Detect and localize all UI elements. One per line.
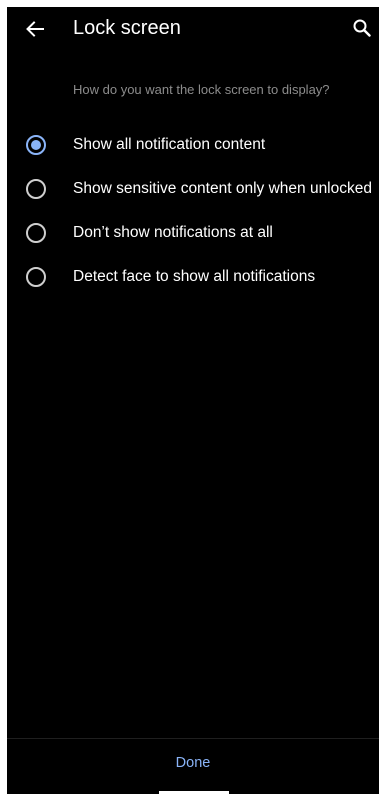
- top-app-bar: Lock screen: [7, 7, 379, 51]
- option-dont-show[interactable]: Don’t show notifications at all: [7, 211, 379, 255]
- arrow-left-icon: [26, 21, 44, 37]
- option-label: Detect face to show all notifications: [73, 268, 316, 285]
- option-sensitive-when-unlocked[interactable]: Show sensitive content only when unlocke…: [7, 167, 379, 211]
- page-title: Lock screen: [73, 17, 181, 39]
- option-detect-face[interactable]: Detect face to show all notifications: [7, 255, 379, 299]
- search-button[interactable]: [349, 15, 375, 41]
- option-label: Show sensitive content only when unlocke…: [73, 180, 372, 197]
- search-icon: [353, 19, 371, 37]
- option-label: Don’t show notifications at all: [73, 224, 273, 241]
- radio-button[interactable]: [26, 179, 46, 199]
- notification-options-group: Show all notification content Show sensi…: [7, 123, 379, 299]
- radio-button[interactable]: [26, 135, 46, 155]
- lock-screen-prompt: How do you want the lock screen to displ…: [73, 82, 330, 97]
- lock-screen-settings: Lock screen How do you want the lock scr…: [7, 7, 379, 794]
- back-button[interactable]: [21, 15, 49, 43]
- radio-button[interactable]: [26, 267, 46, 287]
- radio-button[interactable]: [26, 223, 46, 243]
- option-label: Show all notification content: [73, 136, 266, 153]
- bottom-action-bar: Done: [7, 738, 379, 794]
- done-button[interactable]: Done: [7, 739, 379, 787]
- option-show-all[interactable]: Show all notification content: [7, 123, 379, 167]
